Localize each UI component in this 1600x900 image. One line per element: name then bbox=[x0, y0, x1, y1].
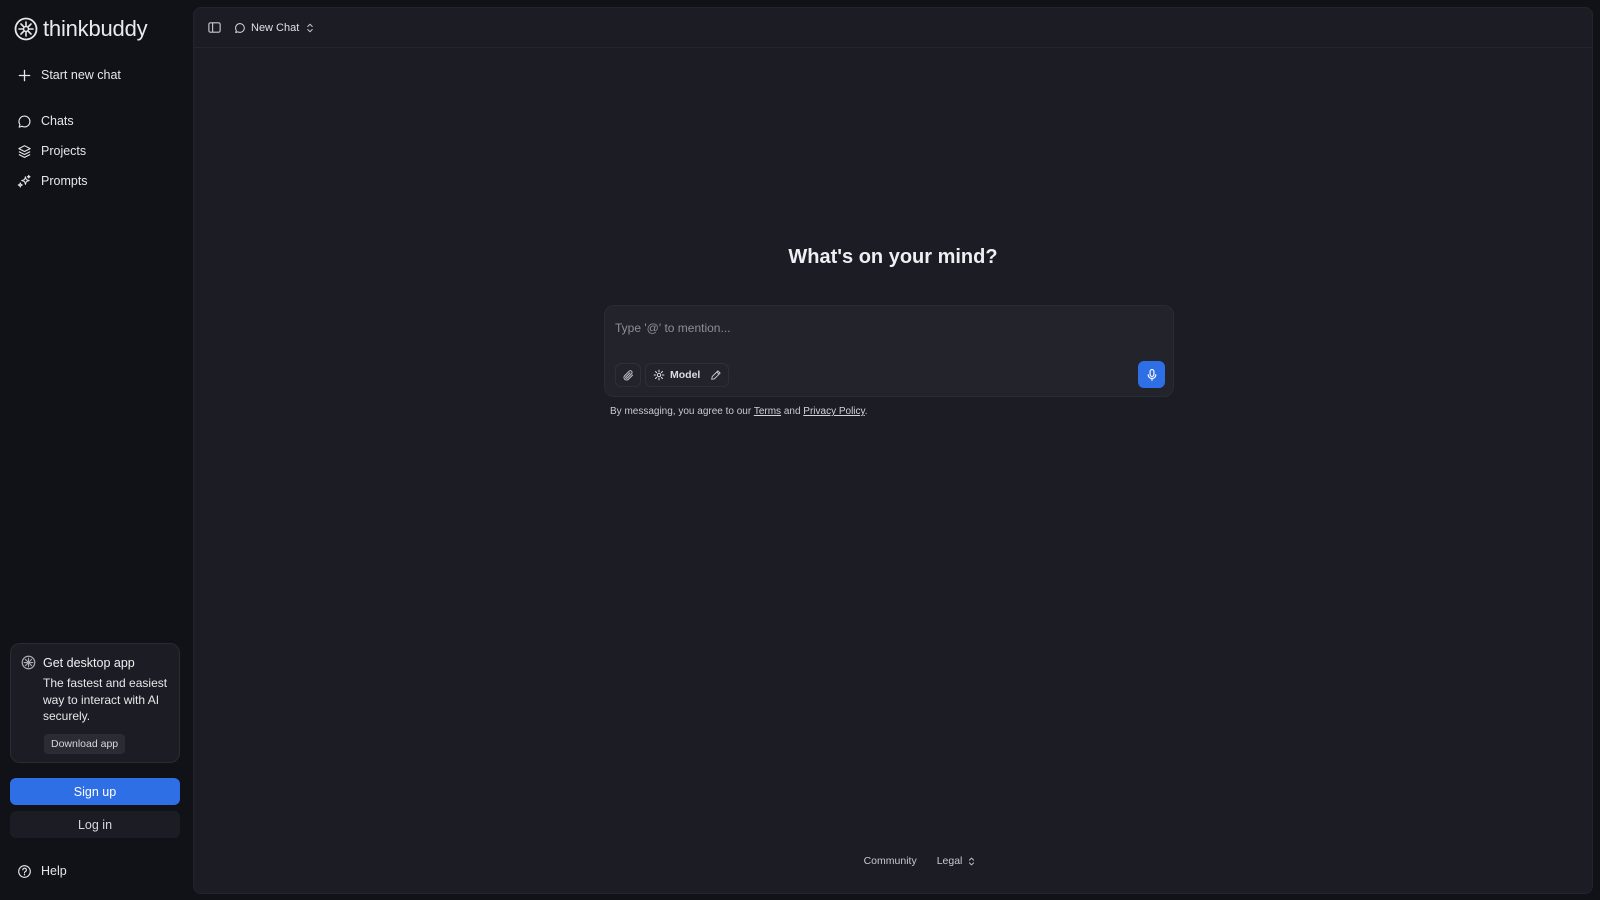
disclaimer-and: and bbox=[783, 406, 801, 417]
legal-label: Legal bbox=[936, 855, 963, 867]
chevrons-up-down-icon bbox=[969, 857, 975, 865]
sparkles-icon bbox=[17, 174, 31, 188]
model-controls: Model bbox=[645, 363, 729, 387]
sidebar-item-chats[interactable]: Chats bbox=[8, 107, 180, 135]
chat-selector[interactable]: New Chat bbox=[234, 18, 316, 38]
message-input[interactable] bbox=[615, 318, 1135, 338]
disclaimer-prefix: By messaging, you agree to our bbox=[610, 406, 752, 417]
sidebar: thinkbuddy Start new chat Chats Projects… bbox=[0, 0, 190, 900]
thinkbuddy-logo-icon bbox=[14, 17, 38, 41]
sidebar-item-label: Prompts bbox=[41, 174, 88, 188]
voice-input-button[interactable] bbox=[1138, 361, 1165, 388]
chat-bubble-icon bbox=[235, 23, 245, 33]
model-selector-button[interactable]: Model bbox=[646, 364, 700, 386]
terms-disclaimer: By messaging, you agree to our Terms and… bbox=[610, 406, 868, 417]
edit-model-button[interactable] bbox=[708, 367, 724, 383]
attach-button[interactable] bbox=[615, 363, 641, 387]
main-panel: New Chat What's on your mind? Model bbox=[193, 7, 1593, 894]
model-label: Model bbox=[670, 369, 701, 381]
terms-link[interactable]: Terms bbox=[754, 406, 781, 417]
promo-title: Get desktop app bbox=[43, 656, 135, 670]
chat-title: New Chat bbox=[251, 22, 300, 34]
start-new-chat-button[interactable]: Start new chat bbox=[8, 61, 180, 89]
disclaimer-suffix: . bbox=[864, 406, 868, 417]
plus-icon bbox=[18, 69, 31, 81]
chevrons-up-down-icon bbox=[307, 23, 314, 33]
legal-dropdown[interactable]: Legal bbox=[937, 851, 978, 871]
message-composer: Model bbox=[604, 305, 1174, 397]
sidebar-toggle-icon[interactable] bbox=[207, 20, 222, 35]
microphone-icon bbox=[1147, 368, 1156, 381]
help-label: Help bbox=[41, 864, 67, 878]
sign-up-button[interactable]: Sign up bbox=[10, 778, 180, 805]
help-button[interactable]: Help bbox=[8, 857, 180, 885]
promo-description: The fastest and easiest way to interact … bbox=[43, 676, 168, 723]
sidebar-item-prompts[interactable]: Prompts bbox=[8, 167, 180, 195]
community-link[interactable]: Community bbox=[864, 851, 917, 871]
sidebar-item-label: Projects bbox=[41, 144, 87, 158]
start-new-chat-label: Start new chat bbox=[41, 68, 121, 82]
chat-bubble-icon bbox=[18, 114, 31, 128]
top-bar: New Chat bbox=[194, 8, 1592, 48]
app: thinkbuddy Start new chat Chats Projects… bbox=[0, 0, 1600, 900]
community-label: Community bbox=[863, 855, 917, 867]
log-in-button[interactable]: Log in bbox=[10, 811, 180, 838]
pen-icon bbox=[711, 370, 721, 380]
sidebar-item-label: Chats bbox=[41, 114, 74, 128]
download-app-button[interactable]: Download app bbox=[44, 734, 126, 754]
brand-name: thinkbuddy bbox=[43, 16, 148, 41]
gear-icon bbox=[653, 369, 665, 381]
brand-logo[interactable]: thinkbuddy bbox=[14, 14, 148, 44]
layers-icon bbox=[18, 144, 31, 158]
thinkbuddy-logo-icon bbox=[21, 655, 36, 670]
desktop-app-promo: Get desktop app The fastest and easiest … bbox=[10, 643, 180, 763]
page-headline: What's on your mind? bbox=[788, 246, 998, 268]
sidebar-item-projects[interactable]: Projects bbox=[8, 137, 180, 165]
privacy-policy-link[interactable]: Privacy Policy bbox=[803, 406, 865, 417]
help-circle-icon bbox=[18, 864, 31, 878]
paperclip-icon bbox=[623, 369, 633, 380]
footer: Community Legal bbox=[194, 851, 1592, 871]
